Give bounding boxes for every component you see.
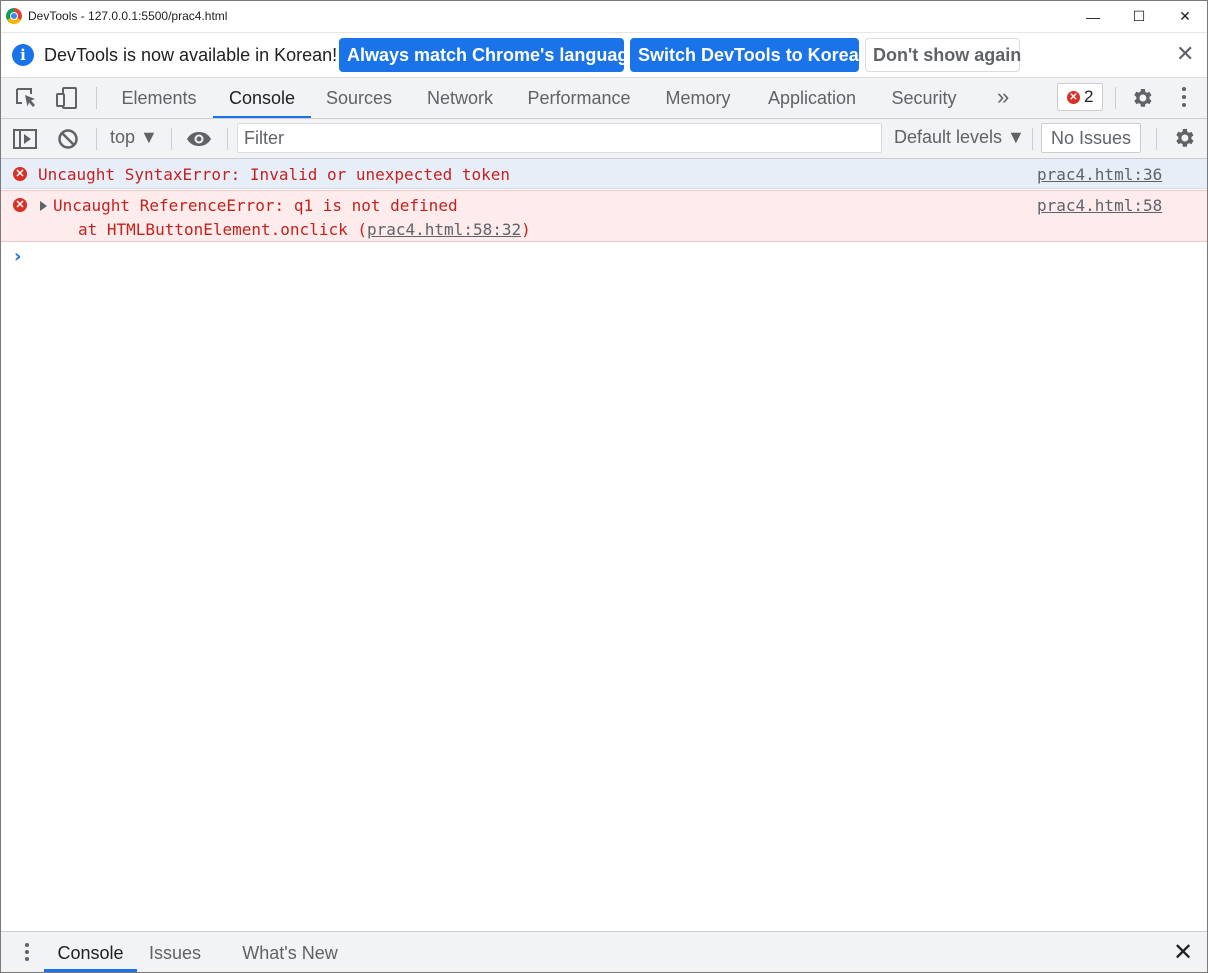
tab-security[interactable]: Security [879, 78, 969, 118]
drawer-menu-icon[interactable] [25, 943, 29, 964]
language-infobar: i DevTools is now available in Korean! A… [1, 33, 1207, 78]
close-drawer-icon[interactable]: ✕ [1173, 938, 1193, 967]
source-link[interactable]: prac4.html:36 [1037, 165, 1162, 184]
console-message-reference-error[interactable]: ✕ Uncaught ReferenceError: q1 is not def… [1, 190, 1207, 242]
console-message-syntax-error[interactable]: ✕ Uncaught SyntaxError: Invalid or unexp… [1, 159, 1207, 189]
error-icon: ✕ [13, 167, 27, 181]
tab-network[interactable]: Network [413, 78, 507, 118]
drawer-tab-whats-new[interactable]: What's New [229, 932, 351, 972]
minimize-button[interactable]: — [1070, 1, 1116, 32]
console-prompt-chevron-icon[interactable]: › [14, 246, 21, 267]
tab-elements[interactable]: Elements [107, 78, 211, 118]
error-message-text: Uncaught ReferenceError: q1 is not defin… [53, 196, 458, 215]
console-settings-gear-icon[interactable] [1172, 126, 1196, 155]
main-tab-strip: Elements Console Sources Network Perform… [1, 78, 1207, 119]
context-selector[interactable]: top ▼ [110, 127, 158, 148]
stack-trace-line: at HTMLButtonElement.onclick (prac4.html… [78, 220, 531, 239]
drawer-tab-issues[interactable]: Issues [141, 932, 209, 972]
error-icon: ✕ [1067, 91, 1080, 104]
window-title: DevTools - 127.0.0.1:5500/prac4.html [28, 9, 228, 23]
toolbar-divider [227, 128, 228, 150]
tab-application[interactable]: Application [753, 78, 871, 118]
devtools-window: DevTools - 127.0.0.1:5500/prac4.html — ☐… [0, 0, 1208, 973]
switch-to-korean-button[interactable]: Switch DevTools to Korean [630, 38, 870, 72]
stack-trace-prefix: at HTMLButtonElement.onclick ( [78, 220, 367, 239]
infobar-message: DevTools is now available in Korean! [44, 45, 338, 65]
error-count: 2 [1084, 87, 1094, 106]
stack-trace-suffix: ) [521, 220, 531, 239]
source-link[interactable]: prac4.html:58 [1037, 196, 1162, 215]
issues-button[interactable]: No Issues [1041, 123, 1141, 153]
device-toolbar-icon[interactable] [54, 86, 80, 110]
customize-menu-icon[interactable] [1182, 87, 1186, 111]
more-tabs-chevron-icon[interactable]: » [997, 78, 1009, 118]
expand-triangle-icon[interactable] [40, 201, 47, 211]
infobar-close-icon[interactable]: ✕ [1176, 41, 1194, 67]
log-levels-dropdown[interactable]: Default levels ▼ [894, 127, 1025, 148]
tab-memory[interactable]: Memory [651, 78, 745, 118]
error-icon: ✕ [13, 198, 27, 212]
chrome-logo-icon [6, 8, 22, 24]
tab-console[interactable]: Console [213, 78, 311, 118]
error-count-badge[interactable]: ✕ 2 [1057, 83, 1103, 111]
toolbar-divider [1115, 87, 1116, 109]
toolbar-divider [96, 128, 97, 150]
error-message-text: Uncaught SyntaxError: Invalid or unexpec… [38, 165, 511, 184]
toolbar-divider [96, 87, 97, 109]
match-chrome-language-button[interactable]: Always match Chrome's language [339, 38, 638, 72]
close-window-button[interactable]: ✕ [1162, 1, 1207, 32]
settings-gear-icon[interactable] [1130, 86, 1154, 115]
tab-performance[interactable]: Performance [515, 78, 643, 118]
live-expression-eye-icon[interactable] [186, 127, 212, 151]
toolbar-divider [171, 128, 172, 150]
drawer-tab-console[interactable]: Console [44, 932, 137, 972]
toolbar-divider [1032, 128, 1033, 150]
title-bar: DevTools - 127.0.0.1:5500/prac4.html — ☐… [1, 1, 1207, 33]
tab-sources[interactable]: Sources [315, 78, 403, 118]
stack-trace-link[interactable]: prac4.html:58:32 [367, 220, 521, 239]
sidebar-toggle-icon[interactable] [13, 127, 39, 151]
inspect-element-icon[interactable] [14, 86, 40, 110]
dont-show-again-button[interactable]: Don't show again [865, 38, 1021, 72]
drawer-tab-strip: Console Issues What's New ✕ [1, 931, 1207, 972]
console-toolbar: top ▼ Default levels ▼ No Issues [1, 119, 1207, 159]
info-icon: i [12, 44, 34, 66]
toolbar-divider [1156, 128, 1157, 150]
maximize-button[interactable]: ☐ [1116, 1, 1162, 32]
clear-console-icon[interactable] [56, 127, 82, 151]
filter-input[interactable] [237, 123, 882, 153]
